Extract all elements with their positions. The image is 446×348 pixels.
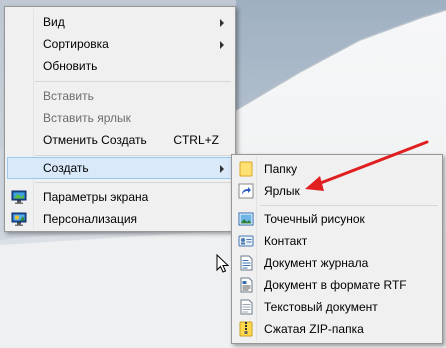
menu-item-create-label: Создать [43, 161, 89, 175]
menu-item-paste-shortcut-label: Вставить ярлык [43, 111, 131, 125]
display-settings-icon [11, 189, 27, 205]
submenu-item-text-document-label: Текстовый документ [264, 300, 378, 314]
menu-separator [35, 155, 231, 156]
menu-item-display-settings[interactable]: Параметры экрана [7, 186, 233, 208]
submenu-item-text-document[interactable]: Текстовый документ [234, 296, 440, 318]
shortcut-icon [238, 183, 254, 199]
mouse-cursor-icon [216, 254, 230, 273]
menu-item-view[interactable]: Вид [7, 11, 233, 33]
submenu-item-folder[interactable]: Папку [234, 158, 440, 180]
submenu-arrow-icon [220, 19, 224, 27]
submenu-item-rtf-label: Документ в формате RTF [264, 278, 407, 292]
submenu-item-contact-label: Контакт [264, 234, 308, 248]
journal-document-icon [238, 255, 254, 271]
submenu-arrow-icon [220, 165, 224, 173]
submenu-item-shortcut-label: Ярлык [264, 184, 300, 198]
menu-item-undo-create[interactable]: Отменить Создать CTRL+Z [7, 129, 233, 151]
menu-item-undo-create-label: Отменить Создать [43, 133, 147, 147]
submenu-item-journal[interactable]: Документ журнала [234, 252, 440, 274]
bitmap-image-icon [238, 211, 254, 227]
menu-item-sort-label: Сортировка [43, 37, 109, 51]
submenu-item-rtf[interactable]: Документ в формате RTF [234, 274, 440, 296]
menu-item-refresh-label: Обновить [43, 59, 98, 73]
menu-item-paste-label: Вставить [43, 89, 94, 103]
submenu-item-shortcut[interactable]: Ярлык [234, 180, 440, 202]
submenu-arrow-icon [220, 41, 224, 49]
menu-separator [35, 81, 231, 82]
menu-item-paste-shortcut: Вставить ярлык [7, 107, 233, 129]
personalization-icon [11, 211, 27, 227]
menu-item-refresh[interactable]: Обновить [7, 55, 233, 77]
submenu-item-bitmap-label: Точечный рисунок [264, 212, 365, 226]
menu-separator [260, 205, 438, 206]
create-submenu: Папку Ярлык Точечный рисунок Контакт Док… [231, 154, 443, 344]
text-document-icon [238, 299, 254, 315]
desktop-context-menu: Вид Сортировка Обновить Вставить Вставит… [4, 6, 236, 232]
menu-item-view-label: Вид [43, 15, 65, 29]
submenu-item-zip-folder[interactable]: Сжатая ZIP-папка [234, 318, 440, 340]
menu-item-display-settings-label: Параметры экрана [43, 190, 149, 204]
menu-item-sort[interactable]: Сортировка [7, 33, 233, 55]
menu-item-paste: Вставить [7, 85, 233, 107]
menu-item-create[interactable]: Создать [7, 157, 233, 179]
submenu-item-journal-label: Документ журнала [264, 256, 369, 270]
submenu-item-contact[interactable]: Контакт [234, 230, 440, 252]
menu-item-personalization[interactable]: Персонализация [7, 208, 233, 230]
keyboard-shortcut: CTRL+Z [173, 133, 219, 147]
contact-card-icon [238, 233, 254, 249]
menu-item-personalization-label: Персонализация [43, 212, 138, 226]
rtf-document-icon [238, 277, 254, 293]
zip-folder-icon [238, 321, 254, 337]
folder-icon [238, 161, 254, 177]
menu-separator [35, 182, 231, 183]
submenu-item-folder-label: Папку [264, 162, 298, 176]
submenu-item-zip-folder-label: Сжатая ZIP-папка [264, 322, 364, 336]
submenu-item-bitmap[interactable]: Точечный рисунок [234, 208, 440, 230]
